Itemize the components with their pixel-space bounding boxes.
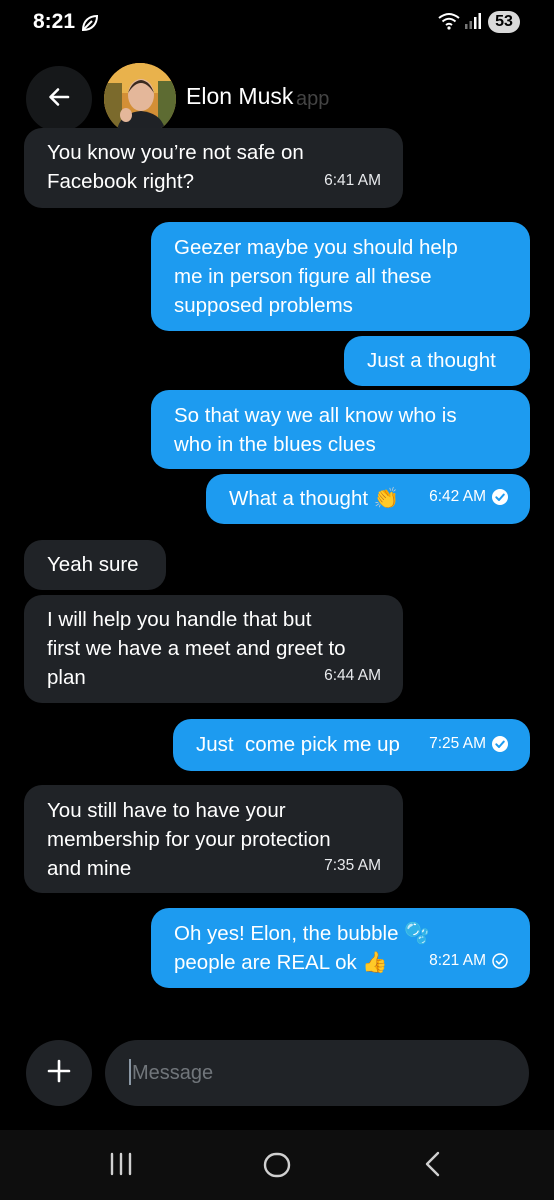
- message-bubble-incoming[interactable]: Yeah sure: [24, 540, 166, 590]
- message-text: Geezer maybe you should help me in perso…: [174, 236, 458, 317]
- system-nav-bar: [0, 1130, 554, 1200]
- message-bubble-incoming[interactable]: You still have to have your membership f…: [24, 785, 403, 893]
- back-button[interactable]: [26, 66, 92, 132]
- sent-check-icon: [492, 952, 508, 969]
- wifi-icon: [438, 12, 460, 35]
- home-icon[interactable]: [262, 1150, 292, 1185]
- text-cursor: [129, 1058, 131, 1085]
- message-bubble-outgoing[interactable]: Just come pick me up 7:25 AM: [173, 719, 530, 771]
- message-timestamp: 8:21 AM: [429, 946, 508, 975]
- message-timestamp: 7:35 AM: [324, 857, 381, 874]
- message-bubble-outgoing[interactable]: Oh yes! Elon, the bubble 🫧 people are RE…: [151, 908, 530, 988]
- message-timestamp: 6:41 AM: [324, 172, 381, 189]
- message-timestamp: 7:25 AM: [429, 729, 508, 758]
- arrow-left-icon: [46, 84, 72, 115]
- battery-indicator: 53: [488, 11, 520, 33]
- message-bubble-incoming[interactable]: I will help you handle that but first we…: [24, 595, 403, 703]
- status-time: 8:21: [33, 10, 76, 33]
- message-bubble-outgoing[interactable]: What a thought 👏 6:42 AM: [206, 474, 530, 524]
- add-attachment-button[interactable]: [26, 1040, 92, 1106]
- leaf-icon: [80, 13, 100, 38]
- avatar[interactable]: [104, 63, 176, 135]
- status-bar: 8:21 53: [0, 0, 554, 48]
- message-text: Just a thought: [367, 349, 496, 372]
- message-input-placeholder: Message: [132, 1062, 214, 1084]
- message-bubble-outgoing[interactable]: Geezer maybe you should help me in perso…: [151, 222, 530, 331]
- message-bubble-outgoing[interactable]: So that way we all know who is who in th…: [151, 390, 530, 469]
- message-input[interactable]: Message: [105, 1040, 529, 1106]
- message-timestamp: 6:42 AM: [429, 482, 508, 511]
- message-text: So that way we all know who is who in th…: [174, 404, 457, 456]
- message-timestamp: 6:44 AM: [324, 667, 381, 684]
- contact-name[interactable]: Elon Musk: [186, 83, 293, 110]
- message-bubble-outgoing[interactable]: Just a thought: [344, 336, 530, 386]
- back-chevron-icon[interactable]: [420, 1150, 446, 1183]
- message-bubble-incoming[interactable]: You know you’re not safe on Facebook rig…: [24, 128, 403, 208]
- plus-icon: [47, 1059, 71, 1088]
- header-faded-text: app: [296, 88, 330, 110]
- read-check-icon: [492, 488, 508, 505]
- message-text: Yeah sure: [47, 553, 139, 576]
- read-check-icon: [492, 735, 508, 752]
- signal-icon: [464, 12, 484, 35]
- recents-icon[interactable]: [108, 1150, 134, 1183]
